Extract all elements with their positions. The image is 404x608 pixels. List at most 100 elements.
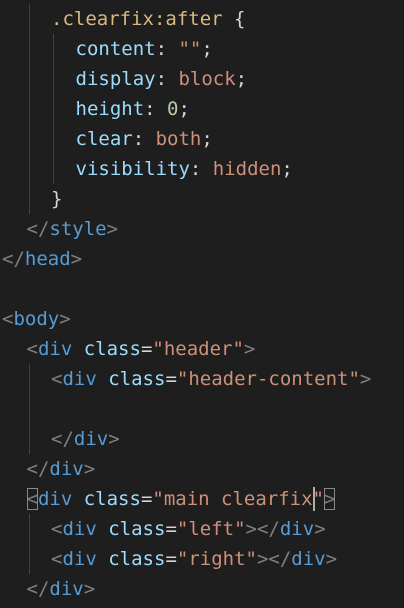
code-line[interactable]: } bbox=[51, 184, 62, 214]
code-token: </ bbox=[26, 218, 50, 240]
code-token: class bbox=[108, 518, 166, 540]
code-token: class bbox=[83, 338, 141, 360]
code-token: visibility bbox=[75, 158, 190, 180]
code-token: = bbox=[165, 518, 177, 540]
indent-guide bbox=[53, 34, 54, 184]
code-token: < bbox=[2, 308, 14, 330]
code-token: style bbox=[49, 218, 107, 240]
code-token: both bbox=[155, 128, 202, 150]
code-token: : bbox=[189, 158, 213, 180]
code-line[interactable]: <div class="right"></div> bbox=[51, 544, 337, 574]
code-token: .clearfix:after bbox=[51, 8, 223, 30]
code-token: "right" bbox=[176, 548, 257, 570]
code-token: ; bbox=[201, 38, 213, 60]
code-line[interactable]: </div> bbox=[27, 574, 96, 604]
code-token: content bbox=[75, 38, 156, 60]
code-token: > bbox=[83, 578, 96, 600]
code-token: div bbox=[49, 458, 84, 480]
code-token: 0 bbox=[167, 98, 179, 120]
code-line[interactable]: content: ""; bbox=[76, 34, 213, 64]
code-token: : bbox=[144, 98, 168, 120]
code-token: > bbox=[108, 428, 120, 450]
code-token: hidden bbox=[212, 158, 282, 180]
code-token: : bbox=[155, 38, 179, 60]
code-token: div bbox=[279, 518, 315, 540]
code-line[interactable]: <body> bbox=[2, 304, 71, 334]
code-token: : bbox=[155, 68, 179, 90]
code-line[interactable]: <div class="header-content"> bbox=[51, 364, 371, 394]
code-token: div bbox=[62, 548, 97, 570]
code-token: </ bbox=[26, 578, 50, 600]
code-token: ></ bbox=[245, 518, 280, 540]
code-token: div bbox=[291, 548, 326, 570]
code-token: > bbox=[70, 248, 83, 270]
code-token: > bbox=[359, 368, 372, 390]
code-token: > bbox=[106, 218, 119, 240]
code-token: height bbox=[75, 98, 145, 120]
code-token: ; bbox=[201, 128, 213, 150]
code-token: > bbox=[243, 338, 256, 360]
code-token: display bbox=[75, 68, 156, 90]
code-token: class bbox=[108, 548, 166, 570]
code-token: </ bbox=[51, 428, 74, 450]
code-token: = bbox=[165, 548, 177, 570]
code-line[interactable]: </style> bbox=[27, 214, 119, 244]
code-token: body bbox=[13, 308, 60, 330]
code-line[interactable]: <div class="main clearfix"> bbox=[26, 484, 336, 514]
code-line[interactable]: </div> bbox=[51, 424, 120, 454]
indent-guide bbox=[28, 364, 30, 454]
code-token: > bbox=[59, 308, 71, 330]
code-token: div bbox=[37, 488, 73, 510]
code-token: < bbox=[51, 518, 63, 540]
code-line[interactable]: display: block; bbox=[76, 64, 248, 94]
code-token: ; bbox=[178, 98, 190, 120]
code-token: class bbox=[83, 488, 141, 510]
code-token: div bbox=[62, 368, 97, 390]
indent-guide bbox=[28, 514, 30, 574]
code-token: > bbox=[314, 518, 326, 540]
code-line[interactable]: </head> bbox=[2, 244, 82, 274]
code-token: "main clearfix" bbox=[152, 488, 324, 510]
code-line[interactable]: <div class="left"></div> bbox=[51, 514, 326, 544]
code-token: "header-content" bbox=[176, 368, 360, 390]
code-token: < bbox=[26, 488, 38, 510]
code-line[interactable]: visibility: hidden; bbox=[76, 154, 293, 184]
code-line[interactable]: </div> bbox=[27, 454, 96, 484]
code-token: head bbox=[24, 248, 71, 270]
code-token: </ bbox=[2, 248, 25, 270]
code-token: div bbox=[37, 338, 73, 360]
code-token: = bbox=[140, 488, 153, 510]
code-token: ; bbox=[281, 158, 293, 180]
code-token: "" bbox=[178, 38, 202, 60]
code-token: = bbox=[140, 338, 153, 360]
code-token: } bbox=[51, 188, 63, 210]
code-token: class bbox=[108, 368, 166, 390]
code-token: div bbox=[73, 428, 109, 450]
code-token: ></ bbox=[256, 548, 292, 570]
code-token: < bbox=[51, 548, 63, 570]
code-editor[interactable]: .clearfix:after {content: ""; display: bl… bbox=[0, 0, 404, 608]
code-token: div bbox=[49, 578, 84, 600]
indent-guide bbox=[28, 4, 30, 214]
code-line[interactable]: clear: both; bbox=[76, 124, 213, 154]
code-line[interactable]: height: 0; bbox=[76, 94, 190, 124]
code-token: ; bbox=[235, 68, 248, 90]
code-token: block bbox=[178, 68, 236, 90]
code-token: { bbox=[222, 8, 246, 30]
code-token: clear bbox=[75, 128, 133, 150]
code-token: = bbox=[165, 368, 177, 390]
code-line[interactable]: <div class="header"> bbox=[27, 334, 256, 364]
code-token: : bbox=[132, 128, 156, 150]
code-token: div bbox=[62, 518, 97, 540]
code-token: > bbox=[83, 458, 96, 480]
code-token: > bbox=[323, 488, 336, 510]
code-token: "header" bbox=[152, 338, 244, 360]
code-token: < bbox=[26, 338, 38, 360]
code-token: </ bbox=[26, 458, 50, 480]
code-line[interactable]: .clearfix:after { bbox=[51, 4, 245, 34]
code-token: > bbox=[325, 548, 338, 570]
